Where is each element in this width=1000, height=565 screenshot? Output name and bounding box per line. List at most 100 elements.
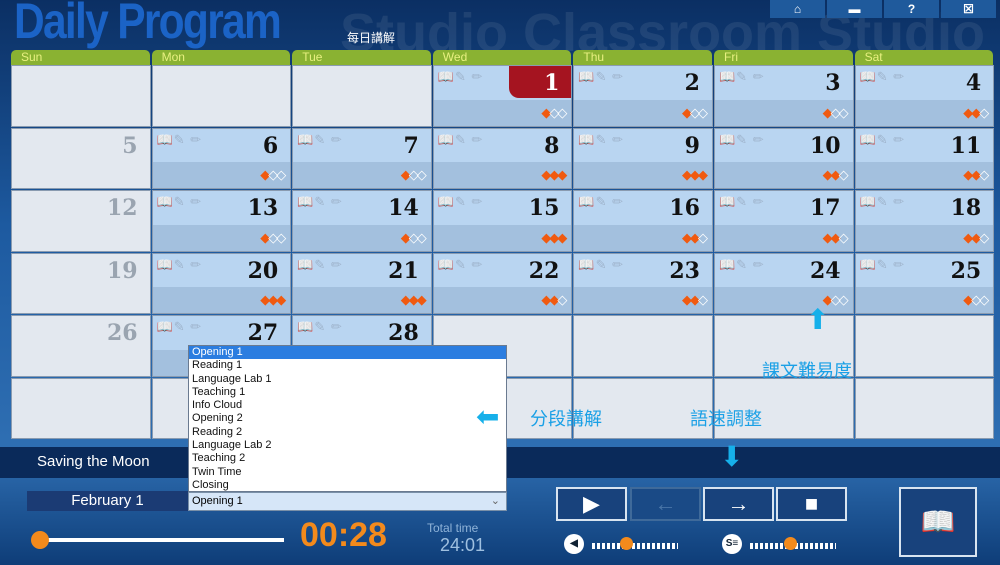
diamond-icon: ◆	[400, 229, 411, 245]
day-number: 26	[106, 320, 138, 346]
day-number: 23	[669, 257, 700, 284]
calendar-cell-empty	[292, 65, 432, 127]
activity-icons: 📖✎ ✏	[719, 69, 765, 84]
book-icon: 📖	[920, 506, 956, 537]
diamond-icon: ◆	[260, 229, 270, 245]
diamond-icon: ◇	[979, 104, 989, 120]
segment-option[interactable]: Closing	[189, 479, 506, 492]
calendar-day[interactable]: 📖✎ ✏ ◆◆◇ 22	[432, 252, 573, 314]
diamond-icon: ◆	[830, 229, 841, 245]
segment-select[interactable]: Opening 1 ⌄	[188, 492, 507, 511]
calendar-day[interactable]: 📖✎ ✏ ◆◇◇ 24	[714, 252, 854, 314]
day-number: 1	[544, 70, 560, 96]
calendar-day[interactable]: 📖✎ ✏ ◆◆◆ 21	[292, 252, 432, 314]
weekday-header: Tue	[292, 50, 431, 65]
current-time: 00:28	[300, 516, 387, 554]
day-number: 12	[106, 195, 138, 221]
calendar-day[interactable]: 📖✎ ✏ ◆◆◇ 16	[573, 190, 713, 252]
activity-icons: 📖✎ ✏	[437, 131, 484, 147]
diamond-icon: ◆	[681, 167, 692, 182]
difficulty-rating: ◆◆◆	[541, 167, 567, 183]
calendar-day[interactable]: 📖✎ ✏ ◆◆◇ 11	[854, 127, 995, 189]
segment-dropdown-list[interactable]: Opening 1 Reading 1 Language Lab 1 Teaching…	[188, 345, 507, 492]
diamond-icon: ◆	[260, 292, 270, 307]
arrow-left-annotation-icon: ⬅	[476, 401, 500, 432]
date-label: February 1	[27, 491, 188, 511]
day-number: 9	[684, 132, 700, 159]
calendar-day[interactable]: 📖✎ ✏ ◆◇◇ 3	[714, 65, 854, 127]
calendar-day[interactable]: 📖✎ ✏ ◆◇◇ 2	[573, 65, 713, 127]
activity-icons: 📖✎ ✏	[578, 131, 624, 147]
calendar-day[interactable]: 📖✎ ✏ ◆◆◇ 23	[573, 252, 713, 314]
segment-option[interactable]: Twin Time	[189, 466, 506, 479]
day-number: 14	[388, 195, 419, 221]
window-controls: ⌂ ▬ ? ☒	[770, 0, 996, 18]
volume-handle[interactable]	[620, 537, 633, 550]
day-number: 24	[809, 257, 841, 284]
minimize-button[interactable]: ▬	[827, 0, 882, 18]
calendar-day[interactable]: 📖✎ ✏ ◆◆◆ 20	[151, 252, 292, 314]
diamond-icon: ◆	[416, 292, 427, 307]
next-segment-button[interactable]: →	[703, 487, 774, 521]
calendar-day[interactable]: 26	[11, 315, 151, 377]
calendar-day[interactable]: 📖✎ ✏ ◆◆◆ 15	[432, 190, 573, 252]
calendar-day[interactable]: 📖✎ ✏ ◆◇◇ 7	[292, 127, 432, 189]
segment-option[interactable]: Reading 1	[189, 359, 506, 372]
day-number: 3	[825, 70, 841, 96]
calendar-day[interactable]: 📖✎ ✏ ◆◇◇ 25	[854, 252, 995, 314]
day-number: 16	[669, 195, 700, 221]
play-button[interactable]: ▶	[556, 487, 627, 521]
progress-handle[interactable]	[31, 531, 49, 549]
calendar-day[interactable]: 📖✎ ✏ ◆◆◇ 17	[714, 190, 854, 252]
calendar-day[interactable]: 📖✎ ✏ ◆◆◇ 4	[854, 65, 995, 127]
segment-option[interactable]: Opening 1	[189, 346, 506, 360]
calendar-day[interactable]: 📖✎ ✏ ◆◇◇ 14	[292, 190, 432, 252]
speed-handle[interactable]	[784, 537, 797, 550]
segment-option[interactable]: Language Lab 2	[189, 439, 506, 452]
segment-option[interactable]: Teaching 2	[189, 452, 506, 465]
arrow-up-icon: ⬆	[806, 304, 830, 335]
chevron-down-icon[interactable]: ⌄	[491, 493, 500, 510]
calendar-day[interactable]: 12	[11, 190, 151, 252]
home-button[interactable]: ⌂	[770, 0, 825, 18]
calendar-day[interactable]: 5	[11, 127, 151, 189]
annotation-difficulty: 課文難易度	[762, 361, 852, 381]
app-title: Daily Program	[14, 0, 282, 49]
day-number: 2	[684, 70, 700, 96]
calendar-day[interactable]: 📖✎ ✏ ◆◆◇ 18	[854, 190, 995, 252]
diamond-icon: ◇	[557, 292, 567, 307]
diamond-icon: ◇	[971, 292, 981, 307]
calendar-day[interactable]: 📖✎ ✏ ◆◇◇ 13	[151, 190, 292, 252]
diamond-icon: ◇	[838, 167, 849, 182]
segment-option[interactable]: Info Cloud	[189, 399, 506, 412]
calendar-day[interactable]: 19	[11, 252, 151, 314]
diamond-icon: ◆	[689, 229, 700, 245]
calendar-day[interactable]: 📖✎ ✏ ◆◆◆ 9	[573, 127, 713, 189]
stop-icon: ■	[804, 491, 819, 516]
total-time-label: Total time	[427, 521, 479, 535]
text-book-button[interactable]: 📖	[899, 487, 977, 557]
segment-option[interactable]: Language Lab 1	[189, 373, 506, 386]
diamond-icon: ◇	[979, 167, 989, 182]
calendar-day[interactable]: 📖✎ ✏ ◆◆◇ 10	[714, 127, 854, 189]
previous-segment-button[interactable]: ←	[630, 487, 701, 521]
activity-icons: 📖✎ ✏	[859, 194, 906, 209]
difficulty-rating: ◆◆◇	[963, 230, 989, 246]
difficulty-rating: ◆◆◇	[823, 167, 849, 183]
segment-option[interactable]: Teaching 1	[189, 386, 506, 399]
calendar-day[interactable]: 📖✎ ✏ ◆◇◇ 6	[151, 127, 292, 189]
calendar-day[interactable]: 📖✎ ✏ ◆◇◇ 1	[432, 65, 573, 127]
volume-slider[interactable]	[592, 543, 678, 549]
calendar-day[interactable]: 📖✎ ✏ ◆◆◆ 8	[432, 127, 573, 189]
difficulty-rating: ◆◆◇	[541, 292, 567, 308]
segment-option[interactable]: Reading 2	[189, 426, 506, 439]
stop-button[interactable]: ■	[776, 487, 847, 521]
close-button[interactable]: ☒	[941, 0, 996, 18]
app-window: Studio Classroom Studio Daily Program 每日…	[0, 0, 1000, 565]
help-button[interactable]: ?	[884, 0, 939, 18]
progress-slider[interactable]	[34, 538, 284, 542]
diamond-icon: ◇	[557, 104, 567, 120]
difficulty-rating: ◆◆◇	[963, 104, 989, 121]
segment-option[interactable]: Opening 2	[189, 412, 506, 425]
arrow-left-icon: ←	[654, 491, 677, 516]
